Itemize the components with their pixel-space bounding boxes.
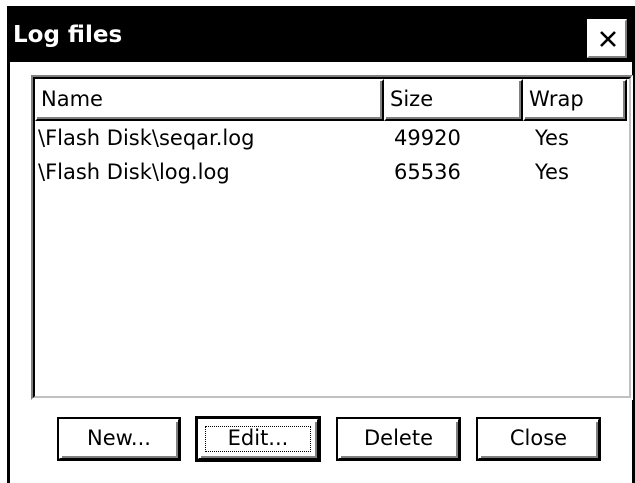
cell-name: \Flash Disk\log.log (38, 160, 230, 184)
cell-size: 49920 (394, 126, 461, 150)
title-bar: Log files (0, 0, 635, 62)
cell-size: 65536 (394, 160, 461, 184)
delete-button-label: Delete (364, 426, 433, 450)
list-inner-border: Name Size Wrap \Flash Disk\seqar.log 499… (33, 77, 631, 398)
list-header: Name Size Wrap (35, 79, 629, 121)
close-button-label: Close (509, 426, 568, 450)
cell-wrap: Yes (535, 126, 569, 150)
column-header-wrap[interactable]: Wrap (523, 79, 627, 121)
close-button[interactable]: Close (476, 417, 601, 461)
close-window-button[interactable] (587, 19, 627, 58)
dialog-title: Log files (13, 22, 123, 48)
cell-wrap: Yes (535, 160, 569, 184)
edit-button[interactable]: Edit... (195, 416, 321, 462)
log-files-list[interactable]: Name Size Wrap \Flash Disk\seqar.log 499… (31, 75, 633, 400)
column-header-name[interactable]: Name (35, 79, 384, 121)
list-item[interactable]: \Flash Disk\seqar.log 49920 Yes (35, 123, 629, 153)
title-bar-background: Log files (7, 6, 635, 62)
cell-name: \Flash Disk\seqar.log (38, 126, 255, 150)
column-header-size[interactable]: Size (384, 79, 523, 121)
delete-button[interactable]: Delete (336, 417, 461, 461)
new-button-label: New... (87, 426, 151, 450)
list-item[interactable]: \Flash Disk\log.log 65536 Yes (35, 157, 629, 187)
new-button[interactable]: New... (57, 417, 181, 461)
window-frame-left (7, 62, 10, 483)
edit-button-label: Edit... (227, 426, 289, 450)
close-icon (600, 31, 616, 47)
log-files-dialog: Log files Name Size Wrap \Flash Disk\seq… (0, 0, 635, 483)
